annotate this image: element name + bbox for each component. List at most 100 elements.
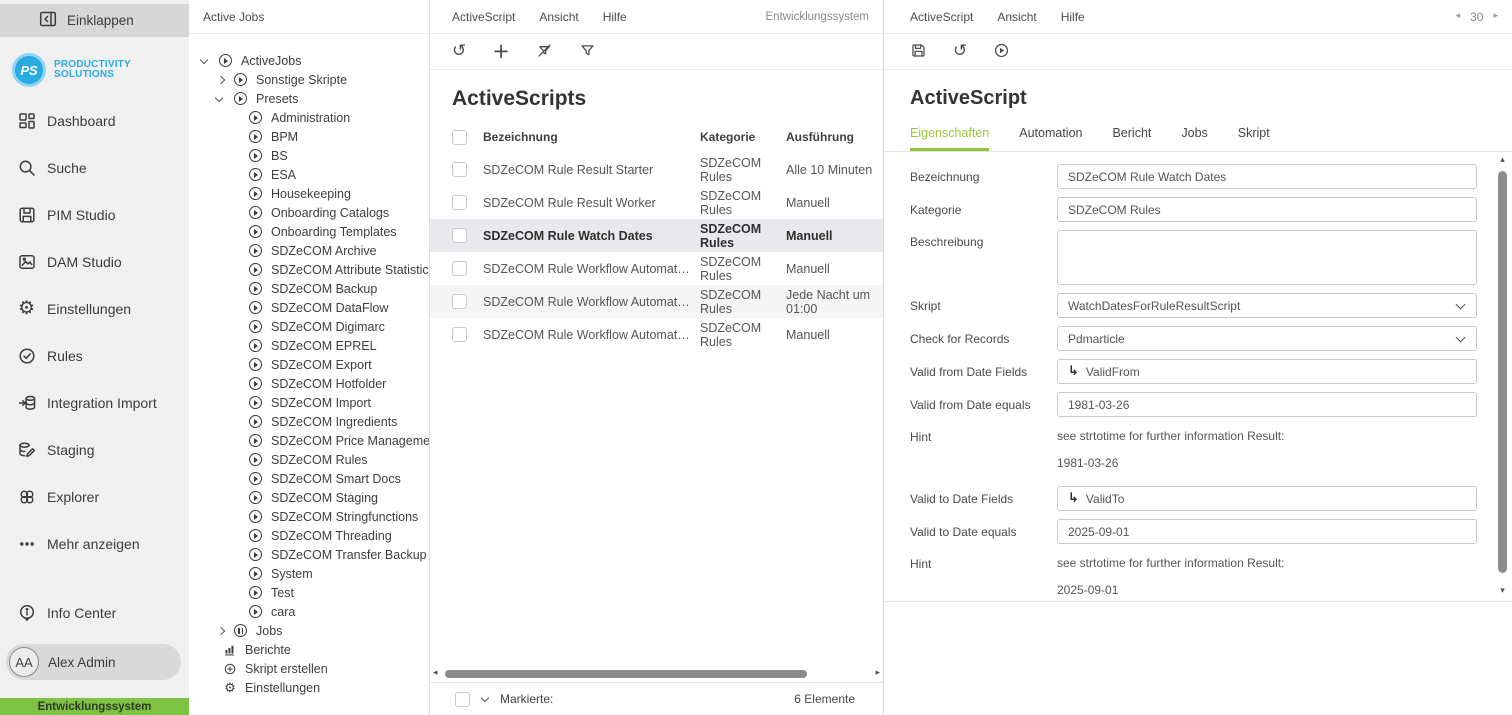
tree-item-cara[interactable]: cara bbox=[189, 602, 429, 621]
tree-item-presets[interactable]: Presets bbox=[189, 89, 429, 108]
tree-item-esa[interactable]: ESA bbox=[189, 165, 429, 184]
scrollbar-thumb[interactable] bbox=[1498, 171, 1507, 573]
pager-prev-icon[interactable]: ◂ bbox=[1456, 12, 1461, 21]
tab-automation[interactable]: Automation bbox=[1019, 126, 1082, 151]
row-checkbox[interactable] bbox=[452, 261, 467, 276]
filter-clear-button[interactable] bbox=[536, 42, 553, 62]
scrollbar-track[interactable] bbox=[441, 670, 873, 678]
sidebar-item-einstellungen[interactable]: ⚙Einstellungen bbox=[0, 285, 189, 332]
tree-item-sdzecom-rules[interactable]: SDZeCOM Rules bbox=[189, 450, 429, 469]
table-row[interactable]: SDZeCOM Rule Watch DatesSDZeCOM RulesMan… bbox=[430, 219, 883, 252]
tree-item-sonstige-skripte[interactable]: Sonstige Skripte bbox=[189, 70, 429, 89]
tree-item-sdzecom-attribute-statistics[interactable]: SDZeCOM Attribute Statistics bbox=[189, 260, 429, 279]
tree-item-sdzecom-digimarc[interactable]: SDZeCOM Digimarc bbox=[189, 317, 429, 336]
tree-item-sdzecom-transfer-backup[interactable]: SDZeCOM Transfer Backup bbox=[189, 545, 429, 564]
bezeichnung-input[interactable]: SDZeCOM Rule Watch Dates bbox=[1057, 164, 1477, 189]
row-checkbox[interactable] bbox=[452, 327, 467, 342]
refresh-button[interactable]: ↺ bbox=[953, 43, 967, 60]
scroll-down-icon[interactable]: ▾ bbox=[1500, 587, 1505, 596]
user-menu[interactable]: AA Alex Admin bbox=[6, 644, 181, 680]
tree-item-sdzecom-backup[interactable]: SDZeCOM Backup bbox=[189, 279, 429, 298]
sidebar-item-staging[interactable]: Staging bbox=[0, 426, 189, 473]
valid-from-date-equals-input[interactable]: 1981-03-26 bbox=[1057, 392, 1477, 417]
tree-item-onboarding-templates[interactable]: Onboarding Templates bbox=[189, 222, 429, 241]
table-row[interactable]: SDZeCOM Rule Workflow Automation Starter… bbox=[430, 285, 883, 318]
tree-item-sdzecom-hotfolder[interactable]: SDZeCOM Hotfolder bbox=[189, 374, 429, 393]
sidebar-item-info-center[interactable]: Info Center bbox=[0, 589, 189, 636]
scrollbar-track[interactable] bbox=[1498, 167, 1507, 585]
row-checkbox[interactable] bbox=[452, 294, 467, 309]
scrollbar-thumb[interactable] bbox=[445, 670, 807, 678]
add-button[interactable]: + bbox=[492, 41, 510, 62]
menu-hilfe[interactable]: Hilfe bbox=[603, 10, 627, 24]
chevron-down-icon[interactable] bbox=[481, 694, 489, 702]
menu-activescript[interactable]: ActiveScript bbox=[910, 10, 973, 24]
menu-ansicht[interactable]: Ansicht bbox=[997, 10, 1036, 24]
expander-right-icon[interactable] bbox=[216, 628, 234, 634]
tree-item-sdzecom-smart-docs[interactable]: SDZeCOM Smart Docs bbox=[189, 469, 429, 488]
tab-bericht[interactable]: Bericht bbox=[1112, 126, 1151, 151]
tree-item-activejobs[interactable]: ActiveJobs bbox=[189, 51, 429, 70]
save-button[interactable] bbox=[910, 42, 927, 62]
check-for-records-select[interactable]: Pdmarticle bbox=[1057, 326, 1477, 351]
sidebar-item-pim-studio[interactable]: PIM Studio bbox=[0, 191, 189, 238]
kategorie-input[interactable]: SDZeCOM Rules bbox=[1057, 197, 1477, 222]
tree-item-berichte[interactable]: Berichte bbox=[189, 640, 429, 659]
table-row[interactable]: SDZeCOM Rule Workflow Automation WorkerS… bbox=[430, 318, 883, 351]
expander-down-icon[interactable] bbox=[201, 59, 219, 63]
sidebar-item-rules[interactable]: Rules bbox=[0, 332, 189, 379]
menu-ansicht[interactable]: Ansicht bbox=[539, 10, 578, 24]
column-header-bezeichnung[interactable]: Bezeichnung bbox=[483, 130, 700, 144]
sidebar-item-explorer[interactable]: Explorer bbox=[0, 473, 189, 520]
tree-item-administration[interactable]: Administration bbox=[189, 108, 429, 127]
tree-item-bs[interactable]: BS bbox=[189, 146, 429, 165]
tab-skript[interactable]: Skript bbox=[1238, 126, 1270, 151]
row-checkbox[interactable] bbox=[452, 195, 467, 210]
scroll-up-icon[interactable]: ▴ bbox=[1500, 156, 1505, 165]
beschreibung-textarea[interactable] bbox=[1057, 230, 1477, 285]
sidebar-item-dashboard[interactable]: Dashboard bbox=[0, 97, 189, 144]
sidebar-item-suche[interactable]: Suche bbox=[0, 144, 189, 191]
run-button[interactable] bbox=[993, 42, 1010, 62]
valid-to-date-fields-input[interactable]: ↳ValidTo bbox=[1057, 486, 1477, 511]
tree-item-sdzecom-ingredients[interactable]: SDZeCOM Ingredients bbox=[189, 412, 429, 431]
table-row[interactable]: SDZeCOM Rule Workflow Automation by d...… bbox=[430, 252, 883, 285]
expander-down-icon[interactable] bbox=[216, 97, 234, 101]
row-checkbox[interactable] bbox=[452, 228, 467, 243]
sidebar-item-mehr-anzeigen[interactable]: Mehr anzeigen bbox=[0, 520, 189, 567]
footer-checkbox[interactable] bbox=[455, 692, 470, 707]
valid-from-date-fields-input[interactable]: ↳ValidFrom bbox=[1057, 359, 1477, 384]
filter-button[interactable] bbox=[579, 42, 596, 62]
row-checkbox[interactable] bbox=[452, 162, 467, 177]
pager-next-icon[interactable]: ▸ bbox=[1493, 12, 1498, 21]
refresh-button[interactable]: ↺ bbox=[452, 43, 466, 60]
table-row[interactable]: SDZeCOM Rule Result WorkerSDZeCOM RulesM… bbox=[430, 186, 883, 219]
tree-item-sdzecom-staging[interactable]: SDZeCOM Staging bbox=[189, 488, 429, 507]
tree-item-bpm[interactable]: BPM bbox=[189, 127, 429, 146]
table-row[interactable]: SDZeCOM Rule Result StarterSDZeCOM Rules… bbox=[430, 153, 883, 186]
tree-item-einstellungen[interactable]: ⚙Einstellungen bbox=[189, 678, 429, 697]
menu-activescript[interactable]: ActiveScript bbox=[452, 10, 515, 24]
skript-select[interactable]: WatchDatesForRuleResultScript bbox=[1057, 293, 1477, 318]
menu-hilfe[interactable]: Hilfe bbox=[1061, 10, 1085, 24]
column-header-ausfuehrung[interactable]: Ausführung bbox=[786, 130, 873, 144]
tree-item-system[interactable]: System bbox=[189, 564, 429, 583]
tree-item-sdzecom-eprel[interactable]: SDZeCOM EPREL bbox=[189, 336, 429, 355]
tree-item-sdzecom-import[interactable]: SDZeCOM Import bbox=[189, 393, 429, 412]
horizontal-scrollbar[interactable]: ◂ ▸ bbox=[430, 667, 883, 680]
tree-item-sdzecom-price-management[interactable]: SDZeCOM Price Management bbox=[189, 431, 429, 450]
valid-to-date-equals-input[interactable]: 2025-09-01 bbox=[1057, 519, 1477, 544]
tree-item-sdzecom-dataflow[interactable]: SDZeCOM DataFlow bbox=[189, 298, 429, 317]
tree-item-jobs[interactable]: Jobs bbox=[189, 621, 429, 640]
tree-item-sdzecom-threading[interactable]: SDZeCOM Threading bbox=[189, 526, 429, 545]
scroll-right-icon[interactable]: ▸ bbox=[875, 669, 880, 678]
tree-item-onboarding-catalogs[interactable]: Onboarding Catalogs bbox=[189, 203, 429, 222]
tree-item-sdzecom-export[interactable]: SDZeCOM Export bbox=[189, 355, 429, 374]
sidebar-item-integration-import[interactable]: Integration Import bbox=[0, 379, 189, 426]
tab-jobs[interactable]: Jobs bbox=[1181, 126, 1207, 151]
scroll-left-icon[interactable]: ◂ bbox=[433, 669, 438, 678]
column-header-kategorie[interactable]: Kategorie bbox=[700, 130, 786, 144]
vertical-scrollbar[interactable]: ▴ ▾ bbox=[1496, 156, 1509, 596]
expander-right-icon[interactable] bbox=[216, 77, 234, 83]
tab-eigenschaften[interactable]: Eigenschaften bbox=[910, 126, 989, 151]
